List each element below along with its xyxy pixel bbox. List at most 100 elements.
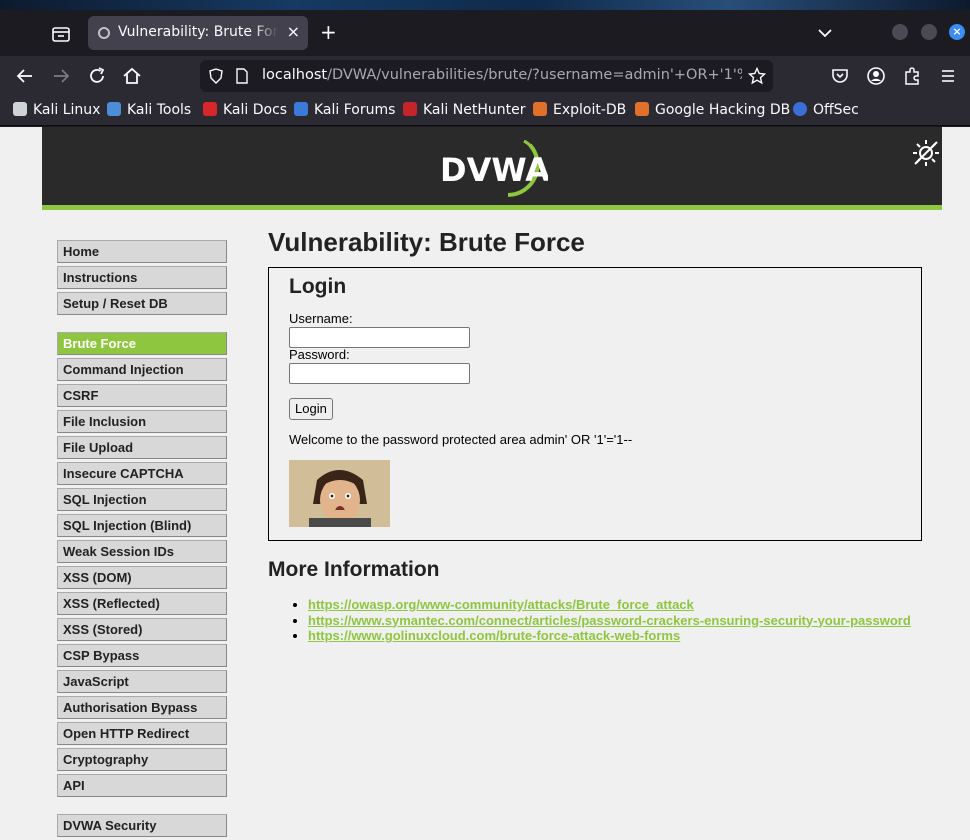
url-text[interactable]: localhost/DVWA/vulnerabilities/brute/?us… [262,67,742,83]
bookmark-kali-docs[interactable]: Kali Docs [203,102,287,118]
firefox-view-icon[interactable] [48,22,74,46]
more-information-links: https://owasp.org/www-community/attacks/… [268,597,922,644]
menu-item-insecure-captcha[interactable]: Insecure CAPTCHA [57,462,227,485]
menu-item-command-injection[interactable]: Command Injection [57,358,227,381]
page-title: Vulnerability: Brute Force [268,227,585,257]
login-button[interactable]: Login [289,398,333,420]
menu-item-file-upload[interactable]: File Upload [57,436,227,459]
bookmark-label: Kali Docs [223,102,288,118]
menu-item-instructions[interactable]: Instructions [57,266,227,289]
menu-item-home[interactable]: Home [57,240,227,263]
menu-item-api[interactable]: API [57,774,227,797]
kali-forums-icon [294,102,308,116]
menu-item-open-http-redirect[interactable]: Open HTTP Redirect [57,722,227,745]
pocket-icon[interactable] [829,65,851,87]
bookmark-label: Kali NetHunter [423,102,526,118]
forward-arrow-icon[interactable] [50,65,72,87]
tab-active[interactable]: Vulnerability: Brute Force × [88,16,308,50]
menu-item-setup-reset-db[interactable]: Setup / Reset DB [57,292,227,315]
bookmark-offsec[interactable]: OffSec [793,102,859,118]
theme-toggle-sun-icon[interactable] [910,137,942,169]
login-panel: Login Username: Password: Login Welcome … [268,267,922,541]
menu-hamburger-icon[interactable] [937,65,959,87]
new-tab-button[interactable]: + [320,22,337,42]
menu-item-brute-force[interactable]: Brute Force [57,332,227,355]
login-heading: Login [289,275,347,298]
page-viewport: DVWA Home Instructions Setup / Reset DB … [0,127,970,840]
menu-item-xss-stored[interactable]: XSS (Stored) [57,618,227,641]
username-label: Username: [289,311,353,326]
reload-icon[interactable] [86,65,108,87]
menu-item-sql-injection[interactable]: SQL Injection [57,488,227,511]
bookmark-label: Kali Forums [314,102,396,118]
menu-item-csp-bypass[interactable]: CSP Bypass [57,644,227,667]
menu-group-vulnerabilities: Brute Force Command Injection CSRF File … [57,332,227,797]
bookmark-star-icon[interactable] [748,67,766,85]
menu-item-file-inclusion[interactable]: File Inclusion [57,410,227,433]
link-golinuxcloud-brute-force[interactable]: https://www.golinuxcloud.com/brute-force… [308,628,680,643]
menu-item-javascript[interactable]: JavaScript [57,670,227,693]
user-avatar-image [289,460,390,527]
kali-dragon-icon [13,102,27,116]
more-information-heading: More Information [268,558,440,581]
username-input[interactable] [289,327,470,348]
window-close-button[interactable]: × [949,24,965,40]
menu-item-xss-reflected[interactable]: XSS (Reflected) [57,592,227,615]
bookmark-exploit-db[interactable]: Exploit-DB [533,102,626,118]
url-host: localhost [262,67,328,83]
offsec-icon [793,102,807,116]
tracking-protection-shield-icon[interactable] [208,68,224,84]
tab-title: Vulnerability: Brute Force [118,24,278,40]
back-arrow-icon[interactable] [14,65,36,87]
desktop-background-strip [0,0,970,10]
account-icon[interactable] [865,65,887,87]
dvwa-header: DVWA [42,127,942,210]
menu-item-xss-dom[interactable]: XSS (DOM) [57,566,227,589]
kali-docs-icon [203,102,217,116]
main-body: Vulnerability: Brute Force Login Usernam… [268,227,922,644]
menu-item-sql-injection-blind[interactable]: SQL Injection (Blind) [57,514,227,537]
address-bar[interactable]: localhost/DVWA/vulnerabilities/brute/?us… [200,60,773,92]
exploit-db-icon [533,102,547,116]
list-item: https://www.symantec.com/connect/article… [308,613,922,629]
tab-close-icon[interactable]: × [287,22,300,41]
sidebar-menu: Home Instructions Setup / Reset DB Brute… [57,240,227,840]
navigation-toolbar: localhost/DVWA/vulnerabilities/brute/?us… [0,56,970,96]
menu-item-authorisation-bypass[interactable]: Authorisation Bypass [57,696,227,719]
menu-item-dvwa-security[interactable]: DVWA Security [57,814,227,837]
bookmark-kali-tools[interactable]: Kali Tools [107,102,191,118]
bookmark-google-hacking-db[interactable]: Google Hacking DB [635,102,790,118]
menu-item-weak-session-ids[interactable]: Weak Session IDs [57,540,227,563]
page-info-icon[interactable] [234,68,250,84]
extensions-puzzle-icon[interactable] [901,65,923,87]
bookmark-label: Kali Tools [127,102,192,118]
dvwa-logo[interactable]: DVWA [438,137,548,199]
menu-group-settings: DVWA Security [57,814,227,837]
ghdb-icon [635,102,649,116]
list-item: https://www.golinuxcloud.com/brute-force… [308,628,922,644]
main-container: Home Instructions Setup / Reset DB Brute… [42,215,942,840]
bookmarks-toolbar: Kali Linux Kali Tools Kali Docs Kali For… [0,96,970,126]
password-input[interactable] [289,363,470,384]
password-label: Password: [289,347,350,362]
window-minimize-button[interactable] [892,24,908,40]
home-icon[interactable] [121,65,143,87]
bookmark-label: Kali Linux [33,102,101,118]
bookmark-label: OffSec [813,102,859,118]
bookmark-label: Exploit-DB [553,102,627,118]
url-path: /DVWA/vulnerabilities/brute/?username=ad… [327,67,742,83]
list-item: https://owasp.org/www-community/attacks/… [308,597,922,613]
window-maximize-button[interactable] [921,24,937,40]
menu-item-cryptography[interactable]: Cryptography [57,748,227,771]
welcome-message: Welcome to the password protected area a… [289,432,633,447]
bookmark-kali-forums[interactable]: Kali Forums [294,102,395,118]
list-all-tabs-chevron-icon[interactable] [816,24,834,42]
tab-favicon-icon [98,27,110,39]
tab-bar: Vulnerability: Brute Force × + × [0,10,970,56]
menu-item-csrf[interactable]: CSRF [57,384,227,407]
bookmark-kali-nethunter[interactable]: Kali NetHunter [403,102,525,118]
bookmark-label: Google Hacking DB [655,102,791,118]
link-symantec-password-crackers[interactable]: https://www.symantec.com/connect/article… [308,613,911,628]
bookmark-kali-linux[interactable]: Kali Linux [13,102,100,118]
link-owasp-brute-force[interactable]: https://owasp.org/www-community/attacks/… [308,597,694,612]
